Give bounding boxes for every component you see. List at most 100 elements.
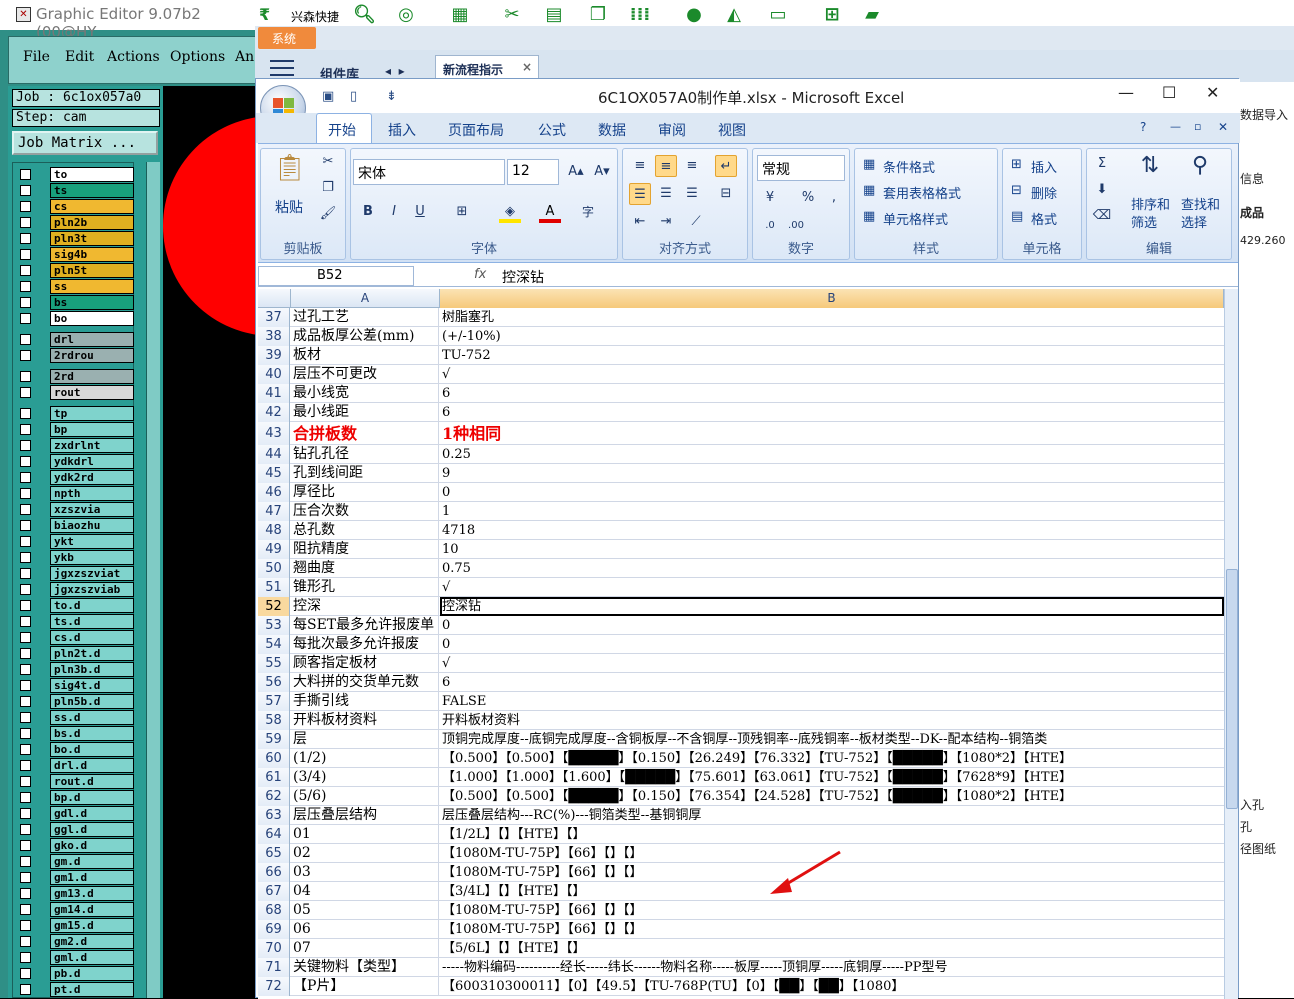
cell-a[interactable]: 手撕引线 bbox=[291, 692, 439, 711]
cell-a[interactable]: (5/6) bbox=[291, 787, 439, 806]
row-header[interactable]: 37 bbox=[258, 308, 290, 327]
layer-row[interactable]: sig4t.d bbox=[16, 678, 134, 693]
font-color-icon[interactable]: A bbox=[539, 201, 561, 223]
layer-row[interactable]: drl.d bbox=[16, 758, 134, 773]
ribbon-restore-icon[interactable]: ▫ bbox=[1194, 120, 1201, 133]
layer-row[interactable]: ykb bbox=[16, 550, 134, 565]
cell-a[interactable]: 每SET最多允许报废单 bbox=[291, 616, 439, 635]
layer-name[interactable]: to.d bbox=[50, 598, 134, 613]
layer-checkbox[interactable] bbox=[20, 968, 31, 979]
layer-checkbox[interactable] bbox=[20, 808, 31, 819]
menu-analysis[interactable]: An bbox=[235, 49, 254, 65]
layer-name[interactable]: 2rd bbox=[50, 369, 134, 384]
windows-icon[interactable]: ⊞ bbox=[821, 5, 843, 25]
layer-row[interactable]: zxdrlnt bbox=[16, 438, 134, 453]
row-header[interactable]: 61 bbox=[258, 768, 290, 787]
row-header[interactable]: 38 bbox=[258, 327, 290, 346]
layer-row[interactable]: bs.d bbox=[16, 726, 134, 741]
layer-row[interactable]: sig4b bbox=[16, 247, 134, 262]
layer-checkbox[interactable] bbox=[20, 776, 31, 787]
ribbon-minimize-icon[interactable]: — bbox=[1170, 120, 1181, 133]
font-size-box[interactable]: 12 bbox=[507, 159, 559, 185]
layer-row[interactable]: gm15.d bbox=[16, 918, 134, 933]
clear-icon[interactable]: ⌫ bbox=[1091, 205, 1113, 227]
column-header-a[interactable]: A bbox=[291, 289, 440, 308]
layer-row[interactable]: bo bbox=[16, 311, 134, 326]
layer-row[interactable]: ggl.d bbox=[16, 822, 134, 837]
cell-b[interactable]: 1 bbox=[440, 502, 1224, 521]
maximize-icon[interactable]: ☐ bbox=[1162, 83, 1176, 102]
cell-a[interactable]: 07 bbox=[291, 939, 439, 958]
layer-row[interactable]: jgxzszviat bbox=[16, 566, 134, 581]
layer-checkbox[interactable] bbox=[20, 584, 31, 595]
layer-checkbox[interactable] bbox=[20, 387, 31, 398]
save-icon[interactable]: ▣ bbox=[322, 89, 334, 104]
cell-b[interactable]: 6 bbox=[440, 403, 1224, 422]
layer-name[interactable]: gml.d bbox=[50, 950, 134, 965]
row-header[interactable]: 72 bbox=[258, 977, 290, 996]
align-right-icon[interactable]: ☰ bbox=[681, 183, 703, 205]
table-icon[interactable]: ▦ bbox=[449, 5, 471, 25]
cell-a[interactable]: 06 bbox=[291, 920, 439, 939]
find-select-icon[interactable]: ⚲ bbox=[1189, 155, 1211, 177]
layer-checkbox[interactable] bbox=[20, 712, 31, 723]
phonetic-icon[interactable]: 字 bbox=[577, 201, 599, 223]
scissors-icon[interactable]: ✂ bbox=[501, 5, 523, 25]
cell-b[interactable]: 9 bbox=[440, 464, 1224, 483]
tab-view[interactable]: 视图 bbox=[718, 120, 746, 140]
cell-style-button[interactable]: 单元格样式 bbox=[883, 209, 948, 228]
layer-checkbox[interactable] bbox=[20, 904, 31, 915]
layer-row[interactable]: pln3t bbox=[16, 231, 134, 246]
search-icon[interactable]: 🔍︎ bbox=[353, 5, 376, 25]
row-header[interactable]: 43 bbox=[258, 422, 290, 445]
layer-name[interactable]: gm13.d bbox=[50, 886, 134, 901]
align-bottom-icon[interactable]: ≡ bbox=[681, 155, 703, 177]
row-header[interactable]: 51 bbox=[258, 578, 290, 597]
layer-name[interactable]: pln3t bbox=[50, 231, 134, 246]
layer-checkbox[interactable] bbox=[20, 424, 31, 435]
layer-name[interactable]: npth bbox=[50, 486, 134, 501]
layer-checkbox[interactable] bbox=[20, 249, 31, 260]
cell-b[interactable]: 6 bbox=[440, 673, 1224, 692]
row-header[interactable]: 44 bbox=[258, 445, 290, 464]
cell-a[interactable]: 大料拼的交货单元数 bbox=[291, 673, 439, 692]
layer-checkbox[interactable] bbox=[20, 520, 31, 531]
cell-a[interactable]: 每批次最多允许报废 bbox=[291, 635, 439, 654]
layer-name[interactable]: gm14.d bbox=[50, 902, 134, 917]
cell-b[interactable]: 10 bbox=[440, 540, 1224, 559]
insert-cells-button[interactable]: 插入 bbox=[1031, 157, 1057, 176]
cell-a[interactable]: 关键物料【类型】 bbox=[291, 958, 439, 977]
font-name-box[interactable]: 宋体 bbox=[353, 159, 505, 185]
book-icon[interactable]: ▰ bbox=[861, 5, 883, 25]
name-box[interactable]: B52 bbox=[258, 266, 414, 286]
layer-checkbox[interactable] bbox=[20, 350, 31, 361]
tab-home[interactable]: 开始 bbox=[328, 120, 356, 140]
cell-a[interactable]: 层压不可更改 bbox=[291, 365, 439, 384]
row-header[interactable]: 71 bbox=[258, 958, 290, 977]
layer-name[interactable]: bo.d bbox=[50, 742, 134, 757]
row-header[interactable]: 60 bbox=[258, 749, 290, 768]
film-icon[interactable]: ▤ bbox=[543, 5, 565, 25]
layer-checkbox[interactable] bbox=[20, 201, 31, 212]
layer-checkbox[interactable] bbox=[20, 297, 31, 308]
cell-b[interactable]: TU-752 bbox=[440, 346, 1224, 365]
tab-review[interactable]: 审阅 bbox=[658, 120, 686, 140]
layer-row[interactable]: jgxzszviab bbox=[16, 582, 134, 597]
layer-name[interactable]: pln3b.d bbox=[50, 662, 134, 677]
row-header[interactable]: 63 bbox=[258, 806, 290, 825]
layer-name[interactable]: pln5t bbox=[50, 263, 134, 278]
chart-icon[interactable]: ◭ bbox=[723, 5, 745, 25]
layer-row[interactable]: pln5t bbox=[16, 263, 134, 278]
copy-icon[interactable]: ❐ bbox=[317, 177, 339, 199]
shrink-font-icon[interactable]: A▾ bbox=[591, 161, 613, 183]
cell-a[interactable]: 层压叠层结构 bbox=[291, 806, 439, 825]
layer-checkbox[interactable] bbox=[20, 920, 31, 931]
select-all-corner[interactable] bbox=[258, 289, 291, 308]
layer-name[interactable]: to bbox=[50, 167, 134, 182]
row-header[interactable]: 42 bbox=[258, 403, 290, 422]
layer-row[interactable]: rout bbox=[16, 385, 134, 400]
row-header[interactable]: 50 bbox=[258, 559, 290, 578]
layer-name[interactable]: 2rdrou bbox=[50, 348, 134, 363]
layer-checkbox[interactable] bbox=[20, 616, 31, 627]
increase-indent-icon[interactable]: ⇥ bbox=[655, 211, 677, 233]
